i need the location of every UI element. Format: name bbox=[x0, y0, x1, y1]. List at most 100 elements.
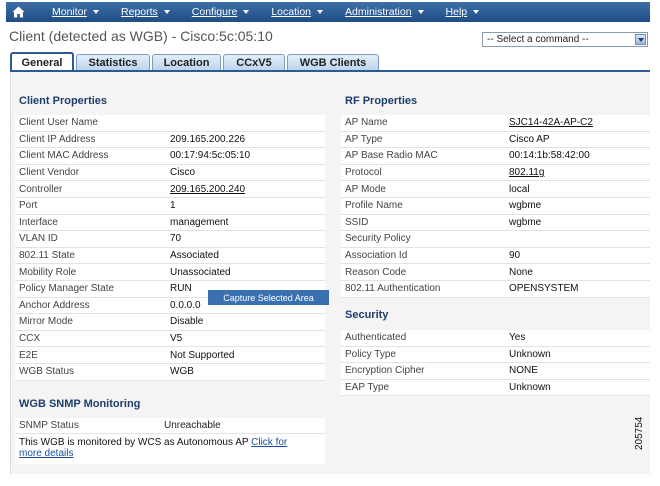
property-value: 90 bbox=[509, 250, 521, 262]
rf-properties-heading: RF Properties bbox=[345, 95, 418, 107]
table-row: AP Name SJC14-42A-AP-C2 bbox=[341, 115, 650, 132]
property-value: Unknown bbox=[509, 348, 551, 360]
nav-menu-monitor[interactable]: Monitor bbox=[52, 6, 100, 18]
property-label: AP Mode bbox=[345, 183, 386, 195]
table-row: Interface management bbox=[15, 214, 325, 232]
table-row: Port 1 bbox=[15, 197, 325, 215]
client-properties-heading: Client Properties bbox=[19, 95, 108, 107]
tab-wgb-clients[interactable]: WGB Clients bbox=[287, 54, 379, 71]
table-row: CCX V5 bbox=[15, 330, 325, 348]
nav-menu-configure[interactable]: Configure bbox=[192, 6, 250, 18]
chevron-down-icon bbox=[163, 10, 170, 14]
table-row: Profile Name wgbme bbox=[341, 197, 650, 215]
property-value: RUN bbox=[170, 283, 192, 295]
nav-menu-label: Configure bbox=[191, 6, 238, 18]
property-value: V5 bbox=[170, 333, 183, 345]
property-value: Cisco AP bbox=[509, 133, 550, 145]
protocol-link[interactable]: 802.11g bbox=[509, 167, 544, 178]
tab-location[interactable]: Location bbox=[152, 54, 221, 71]
property-label: Authenticated bbox=[345, 332, 407, 344]
tab-label: General bbox=[21, 56, 63, 69]
table-row: VLAN ID 70 bbox=[15, 231, 325, 248]
property-value: 209.165.200.226 bbox=[170, 133, 246, 145]
property-value: Unknown bbox=[509, 382, 551, 394]
property-label: Client MAC Address bbox=[19, 150, 109, 162]
command-select-value: -- Select a command -- bbox=[487, 34, 589, 45]
snmp-note-text: This WGB is monitored by WCS as Autonomo… bbox=[19, 437, 249, 448]
table-row: 802.11 Authentication OPENSYSTEM bbox=[341, 280, 650, 298]
property-label: 802.11 State bbox=[19, 250, 75, 262]
table-row: 802.11 State Associated bbox=[15, 247, 325, 265]
nav-menu-location[interactable]: Location bbox=[271, 6, 324, 18]
property-label: Controller bbox=[19, 183, 63, 195]
nav-menu-help[interactable]: Help bbox=[446, 6, 480, 18]
property-label: Association Id bbox=[345, 250, 408, 262]
table-row: Association Id 90 bbox=[341, 247, 650, 265]
more-details-link[interactable]: Click for bbox=[251, 437, 287, 448]
property-label: Mirror Mode bbox=[19, 316, 73, 328]
chevron-down-icon bbox=[243, 10, 250, 14]
property-label: Client Vendor bbox=[19, 167, 80, 179]
property-value: NONE bbox=[509, 365, 538, 377]
property-value: Associated bbox=[170, 250, 219, 262]
property-label: SSID bbox=[345, 216, 369, 228]
chevron-down-icon[interactable] bbox=[635, 34, 646, 45]
wgb-snmp-heading: WGB SNMP Monitoring bbox=[19, 398, 141, 410]
table-row: WGB Status WGB bbox=[15, 363, 325, 381]
property-label: Security Policy bbox=[345, 233, 411, 245]
table-row: Protocol 802.11g bbox=[341, 164, 650, 182]
nav-menu-label: Administration bbox=[345, 6, 412, 18]
table-row: Mobility Role Unassociated bbox=[15, 264, 325, 281]
security-heading: Security bbox=[345, 309, 389, 321]
property-label: EAP Type bbox=[345, 382, 390, 394]
property-label: Profile Name bbox=[345, 200, 403, 212]
snmp-status-value: Unreachable bbox=[164, 420, 221, 431]
property-value: 00:14:1b:58:42:00 bbox=[509, 150, 590, 162]
property-value: Cisco bbox=[170, 167, 196, 179]
table-row: SNMP Status Unreachable bbox=[15, 418, 325, 434]
property-label: VLAN ID bbox=[19, 233, 58, 245]
property-value: Yes bbox=[509, 332, 526, 344]
security-table: Authenticated Yes Policy Type Unknown Encr… bbox=[341, 330, 650, 397]
table-row: Authenticated Yes bbox=[341, 330, 650, 347]
tab-statistics[interactable]: Statistics bbox=[76, 54, 150, 71]
chevron-down-icon bbox=[93, 10, 100, 14]
property-label: Encryption Cipher bbox=[345, 365, 425, 377]
page-title: Client (detected as WGB) - Cisco:5c:05:1… bbox=[9, 28, 273, 44]
table-row: E2E Not Supported bbox=[15, 347, 325, 364]
tab-ccxv5[interactable]: CCxV5 bbox=[223, 54, 285, 71]
top-nav-bar: Monitor Reports Configure Location Admin… bbox=[6, 2, 650, 22]
property-label: Reason Code bbox=[345, 266, 407, 278]
property-value: Not Supported bbox=[170, 349, 235, 361]
table-row: Policy Type Unknown bbox=[341, 346, 650, 364]
chevron-down-icon bbox=[417, 10, 424, 14]
nav-menu-label: Location bbox=[271, 6, 312, 18]
capture-selected-area-menu-item[interactable]: Capture Selected Area bbox=[208, 290, 329, 305]
ap-name-link[interactable]: SJC14-42A-AP-C2 bbox=[509, 117, 593, 128]
rf-properties-table: AP Name SJC14-42A-AP-C2 AP Type Cisco AP A… bbox=[341, 115, 650, 298]
table-row: Client User Name bbox=[15, 115, 325, 132]
property-label: Anchor Address bbox=[19, 299, 90, 311]
property-value: WGB bbox=[170, 366, 194, 378]
property-label: E2E bbox=[19, 349, 38, 361]
tab-general[interactable]: General bbox=[10, 52, 74, 71]
property-value: 1 bbox=[170, 200, 176, 212]
more-details-link[interactable]: more details bbox=[19, 448, 73, 459]
tab-label: Statistics bbox=[88, 57, 138, 69]
nav-menu-reports[interactable]: Reports bbox=[121, 6, 170, 18]
controller-link[interactable]: 209.165.200.240 bbox=[170, 184, 245, 195]
property-label: Protocol bbox=[345, 167, 382, 179]
property-label: Mobility Role bbox=[19, 266, 77, 278]
nav-menu-administration[interactable]: Administration bbox=[345, 6, 424, 18]
property-value: 0.0.0.0 bbox=[170, 299, 201, 311]
property-label: Client User Name bbox=[19, 117, 98, 129]
tab-label: WGB Clients bbox=[299, 57, 367, 69]
chevron-down-icon bbox=[317, 10, 324, 14]
property-label: Interface bbox=[19, 216, 58, 228]
home-icon bbox=[12, 6, 24, 18]
command-select[interactable]: -- Select a command -- bbox=[482, 32, 648, 47]
home-button[interactable] bbox=[6, 2, 30, 22]
tab-label: Location bbox=[163, 57, 210, 69]
tab-label: CCxV5 bbox=[236, 57, 272, 69]
table-row: Encryption Cipher NONE bbox=[341, 363, 650, 380]
